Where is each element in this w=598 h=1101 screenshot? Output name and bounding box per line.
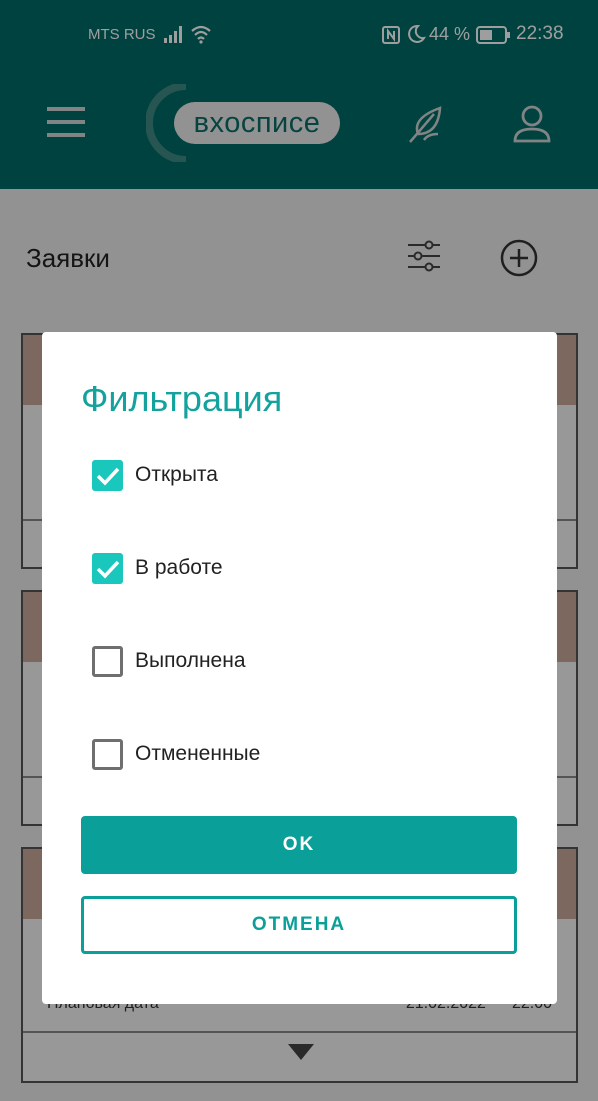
- filter-dialog: Фильтрация Открыта В работе Выполнена От…: [42, 332, 557, 1004]
- filter-option-label: Выполнена: [135, 649, 246, 672]
- ok-button[interactable]: OK: [81, 816, 517, 874]
- filter-option-label: В работе: [135, 556, 223, 579]
- dialog-title: Фильтрация: [81, 378, 283, 419]
- filter-option-open[interactable]: Открыта: [92, 458, 218, 492]
- checkbox-unchecked-icon[interactable]: [92, 738, 123, 770]
- checkbox-checked-icon[interactable]: [92, 552, 123, 584]
- filter-option-in-progress[interactable]: В работе: [92, 551, 223, 585]
- cancel-button[interactable]: ОТМЕНА: [81, 896, 517, 954]
- filter-option-label: Открыта: [135, 463, 218, 486]
- checkbox-checked-icon[interactable]: [92, 459, 123, 491]
- filter-option-cancelled[interactable]: Отмененные: [92, 737, 260, 771]
- filter-option-done[interactable]: Выполнена: [92, 644, 246, 678]
- checkbox-unchecked-icon[interactable]: [92, 645, 123, 677]
- filter-option-label: Отмененные: [135, 742, 261, 765]
